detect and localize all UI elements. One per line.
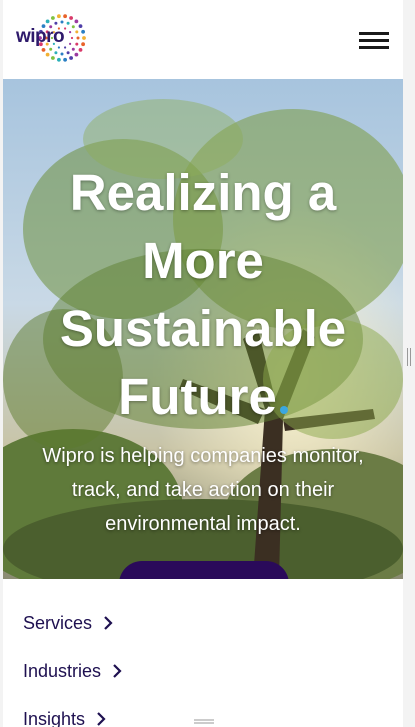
nav-item-insights[interactable]: Insights — [23, 704, 107, 727]
logo-dot — [71, 47, 75, 51]
logo-dot — [57, 57, 61, 62]
page-frame: wipro Realizing a More Sustainable Futur… — [3, 0, 403, 727]
logo-dot — [64, 46, 67, 49]
site-header: wipro — [3, 0, 403, 79]
accent-dot — [279, 406, 288, 414]
nav-item-industries[interactable]: Industries — [23, 656, 123, 686]
hero-title-line-1: Realizing a — [69, 164, 337, 221]
logo-dot — [74, 19, 79, 24]
hero-title-line-4: Future — [3, 363, 403, 431]
hero-title: Realizing a More Sustainable Future — [3, 159, 403, 431]
logo-dot — [66, 51, 70, 55]
logo-dot — [54, 51, 58, 55]
logo-dot — [57, 14, 61, 19]
logo-dot — [78, 24, 83, 28]
logo-dot — [78, 48, 83, 52]
hero-title-line-4-text: Future — [118, 368, 277, 425]
logo-dot — [81, 29, 85, 34]
logo-dot — [60, 52, 64, 56]
logo-dot — [69, 42, 72, 46]
logo-dot — [66, 21, 70, 25]
logo-dot — [74, 52, 79, 57]
logo-dot — [51, 56, 55, 60]
logo-text: wipro — [16, 26, 65, 47]
hero-subtitle: Wipro is helping companies monitor, trac… — [42, 445, 364, 535]
nav-item-label: Insights — [23, 708, 86, 727]
logo-dot — [45, 52, 50, 57]
resize-handle-horizontal[interactable] — [194, 719, 214, 724]
logo-dot — [41, 48, 46, 52]
hamburger-menu-icon[interactable] — [359, 28, 391, 52]
nav-item-label: Services — [23, 612, 93, 633]
chevron-right-icon — [97, 712, 106, 726]
logo-dot — [81, 42, 85, 47]
hero-banner: Realizing a More Sustainable Future Wipr… — [3, 79, 403, 579]
logo-dot — [63, 57, 67, 62]
logo-dot — [76, 36, 80, 40]
chevron-right-icon — [113, 664, 122, 678]
logo-dot — [75, 42, 79, 46]
logo-dot — [69, 16, 73, 20]
resize-handle-vertical[interactable] — [406, 348, 412, 366]
logo-dot — [71, 25, 75, 29]
logo-dot — [70, 36, 74, 40]
logo-dot — [49, 47, 53, 51]
logo-dot — [63, 14, 67, 19]
logo-dot — [60, 20, 64, 24]
nav-item-services[interactable]: Services — [23, 608, 114, 638]
hero-title-line-2: More — [142, 232, 264, 289]
logo-dot — [82, 36, 86, 40]
logo-dot — [69, 56, 73, 60]
logo-dot — [75, 30, 79, 34]
chevron-right-icon — [104, 616, 113, 630]
logo-dot — [45, 19, 50, 24]
logo-dot — [69, 31, 72, 34]
logo-dot — [51, 16, 55, 20]
logo-dot — [64, 27, 67, 30]
main-nav: Services Industries Insights — [3, 579, 403, 727]
hero-cta-button[interactable] — [119, 561, 289, 579]
nav-item-label: Industries — [23, 660, 102, 681]
hero-title-line-3: Sustainable — [59, 300, 347, 357]
logo-dot — [54, 21, 58, 25]
wipro-logo[interactable]: wipro — [16, 10, 96, 70]
